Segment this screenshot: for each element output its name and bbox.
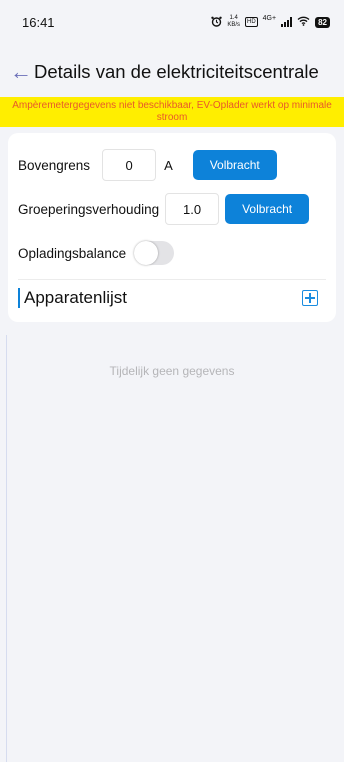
upper-limit-input[interactable]: 0 bbox=[102, 149, 157, 181]
network-type: 4G+ bbox=[262, 15, 277, 22]
upper-limit-row: Bovengrens 0 A Volbracht bbox=[18, 143, 326, 187]
page-header: ← Details van de elektriciteitscentrale bbox=[0, 44, 344, 100]
group-ratio-confirm-button[interactable]: Volbracht bbox=[225, 194, 310, 224]
balance-label: Opladingsbalance bbox=[18, 245, 127, 261]
hd-icon: HD bbox=[244, 17, 258, 27]
group-ratio-input[interactable]: 1.0 bbox=[165, 193, 220, 225]
wifi-icon bbox=[297, 16, 310, 28]
settings-card: Bovengrens 0 A Volbracht Groeperingsverh… bbox=[8, 133, 336, 322]
group-ratio-row: Groeperingsverhouding 1.0 Volbracht bbox=[18, 187, 326, 231]
battery-indicator: 82 bbox=[315, 16, 330, 28]
upper-limit-label: Bovengrens bbox=[18, 157, 91, 173]
upper-limit-confirm-button[interactable]: Volbracht bbox=[192, 150, 277, 180]
network-speed-unit: KB/s bbox=[227, 22, 240, 28]
device-list-header: Apparatenlijst bbox=[18, 280, 326, 316]
upper-limit-unit: A bbox=[164, 157, 173, 173]
network-speed-value: 1.4 bbox=[229, 15, 238, 21]
balance-row: Opladingsbalance bbox=[18, 231, 326, 275]
device-list-title: Apparatenlijst bbox=[18, 288, 127, 308]
status-bar: 16:41 1.4 KB/s HD 4G+ 82 bbox=[0, 0, 344, 44]
balance-toggle[interactable] bbox=[134, 241, 175, 265]
empty-state-text: Tijdelijk geen gegevens bbox=[109, 364, 235, 378]
network-speed: 1.4 KB/s bbox=[227, 15, 240, 29]
status-icons: 1.4 KB/s HD 4G+ 82 bbox=[211, 15, 330, 29]
edge-line bbox=[6, 335, 7, 762]
page-title: Details van de elektriciteitscentrale bbox=[34, 61, 319, 82]
warning-banner: Ampèremetergegevens niet beschikbaar, EV… bbox=[0, 97, 344, 127]
toggle-knob bbox=[134, 241, 159, 265]
alarm-icon bbox=[211, 16, 223, 29]
status-time: 16:41 bbox=[22, 14, 55, 30]
group-ratio-label: Groeperingsverhouding bbox=[18, 201, 160, 217]
back-arrow-icon[interactable]: ← bbox=[10, 61, 32, 83]
add-device-icon[interactable] bbox=[302, 290, 318, 306]
signal-icon bbox=[281, 17, 293, 27]
